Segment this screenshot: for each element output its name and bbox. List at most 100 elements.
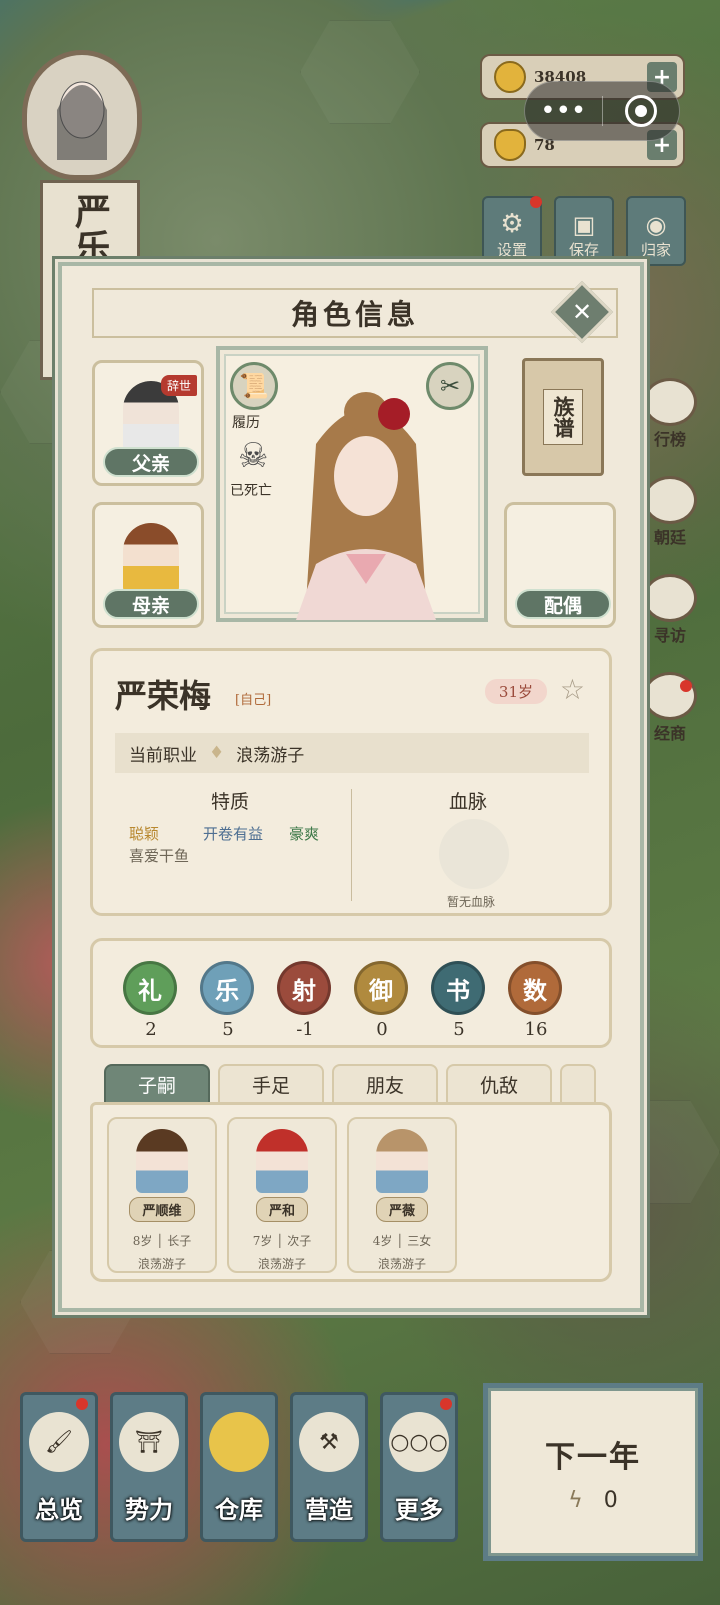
child-name: 严顺维 — [129, 1197, 195, 1222]
stat-orb: 射 — [277, 961, 331, 1015]
trait-item: 喜爱干鱼 — [129, 847, 190, 865]
visit-label: 寻访 — [653, 626, 686, 645]
mini-program-capsule: ••• — [524, 81, 680, 141]
energy-value: 0 — [603, 1487, 618, 1513]
go-home-button[interactable]: ◉ 归家 — [626, 196, 686, 266]
temple-icon: ⛩ — [119, 1412, 179, 1472]
stat-orb: 书 — [431, 961, 485, 1015]
stat-item[interactable]: 御0 — [354, 961, 410, 1040]
age-badge: 31岁 — [484, 679, 547, 704]
child-avatar — [376, 1129, 428, 1193]
faction-button[interactable]: ⛩ 势力 — [110, 1392, 188, 1542]
more-label: 更多 — [395, 1495, 443, 1524]
gold-ingot-icon — [494, 129, 526, 161]
next-year-button[interactable]: 下一年 ϟ 0 — [488, 1388, 698, 1556]
overview-button[interactable]: 🖌 总览 — [20, 1392, 98, 1542]
child-card[interactable]: 严顺维 8岁 │ 长子 浪荡游子 — [107, 1117, 217, 1273]
mother-label: 母亲 — [103, 589, 199, 619]
ranking-button[interactable]: 行榜 — [635, 378, 705, 450]
construct-button[interactable]: ⚒ 营造 — [290, 1392, 368, 1542]
father-card[interactable]: 辞世 父亲 — [92, 360, 204, 486]
stat-item[interactable]: 数 16 — [508, 961, 564, 1040]
stat-value: 0 — [376, 1019, 388, 1040]
self-tag: [自己] — [235, 693, 272, 708]
children-list: 严顺维 8岁 │ 长子 浪荡游子 严和 7岁 │ 次子 浪荡游子 严薇 4岁 │… — [90, 1102, 612, 1282]
tab-siblings[interactable]: 手足 — [218, 1064, 324, 1102]
child-job: 浪荡游子 — [257, 1257, 306, 1271]
deceased-stamp: 辞世 — [160, 375, 197, 396]
stat-orb: 数 — [508, 961, 562, 1015]
pavilion-icon — [643, 672, 697, 720]
mother-card[interactable]: 母亲 — [92, 502, 204, 628]
child-avatar — [256, 1129, 308, 1193]
more-button[interactable]: ○○○ 更多 — [380, 1392, 458, 1542]
coin-icon — [494, 61, 526, 93]
bloodline-heading: 血脉 — [449, 791, 488, 813]
child-rank: 三女 — [407, 1234, 432, 1248]
stat-item[interactable]: 乐5 — [200, 961, 256, 1040]
faction-label: 势力 — [125, 1495, 173, 1524]
stat-item[interactable]: 射 -1 — [277, 961, 333, 1040]
child-job: 浪荡游子 — [137, 1257, 186, 1271]
character-name: 严荣梅 — [115, 677, 212, 715]
tab-enemies[interactable]: 仇敌 — [446, 1064, 552, 1102]
trait-item: 豪爽 — [289, 825, 320, 843]
tab-label: 朋友 — [365, 1074, 404, 1097]
child-card[interactable]: 严薇 4岁 │ 三女 浪荡游子 — [347, 1117, 457, 1273]
deceased-label: 已死亡 — [230, 483, 272, 499]
gear-icon: ⚙ — [500, 209, 524, 239]
magnifier-icon — [643, 574, 697, 622]
trade-button[interactable]: 经商 — [635, 672, 705, 744]
visit-button[interactable]: 寻访 — [635, 574, 705, 646]
player-portrait[interactable] — [22, 50, 152, 190]
sack-icon — [209, 1412, 269, 1472]
child-name: 严薇 — [375, 1197, 428, 1222]
panel-title-bar: 角色信息 — [92, 288, 618, 338]
stat-value: -1 — [296, 1019, 314, 1040]
star-icon[interactable]: ☆ — [560, 673, 585, 706]
mother-avatar — [123, 523, 179, 595]
floppy-icon: ▣ — [572, 211, 596, 239]
bloodline-none: 暂无血脉 — [447, 895, 496, 909]
warehouse-button[interactable]: 仓库 — [200, 1392, 278, 1542]
save-button[interactable]: ▣ 保存 — [554, 196, 614, 266]
stat-orb: 礼 — [123, 961, 177, 1015]
ranking-label: 行榜 — [653, 430, 686, 449]
stat-item[interactable]: 书5 — [431, 961, 487, 1040]
genealogy-label: 族谱 — [543, 389, 583, 445]
character-info-panel: 角色信息 ✕ 辞世 父亲 母亲 📜 履历 ☠ 已死亡 ✂ 族谱 配偶 严荣梅 [… — [58, 262, 644, 1312]
ellipsis-icon: ○○○ — [389, 1412, 449, 1472]
panel-title: 角色信息 — [290, 298, 419, 331]
close-miniprogram-icon[interactable] — [603, 95, 680, 127]
tab-friends[interactable]: 朋友 — [332, 1064, 438, 1102]
overview-label: 总览 — [35, 1495, 83, 1524]
stat-orb: 御 — [354, 961, 408, 1015]
genealogy-book[interactable]: 族谱 — [522, 358, 604, 476]
stat-value: 5 — [453, 1019, 465, 1040]
tab-label: 手足 — [251, 1074, 290, 1097]
court-button[interactable]: 朝廷 — [635, 476, 705, 548]
construct-label: 营造 — [305, 1495, 353, 1524]
tab-more[interactable] — [560, 1064, 596, 1102]
phoenix-emblem-icon — [439, 819, 509, 889]
father-label: 父亲 — [103, 447, 199, 477]
spouse-card[interactable]: 配偶 — [504, 502, 616, 628]
more-options-icon[interactable]: ••• — [525, 96, 602, 126]
resume-icon[interactable]: 📜 — [230, 362, 278, 410]
child-card[interactable]: 严和 7岁 │ 次子 浪荡游子 — [227, 1117, 337, 1273]
save-label: 保存 — [568, 241, 599, 259]
player-name: 严乐 — [69, 193, 111, 265]
palace-icon — [643, 476, 697, 524]
character-portrait: 📜 履历 ☠ 已死亡 ✂ — [216, 346, 488, 622]
stat-item[interactable]: 礼2 — [123, 961, 179, 1040]
scroll-brush-icon: 🖌 — [29, 1412, 89, 1472]
settings-label: 设置 — [496, 241, 527, 259]
traits-heading: 特质 — [211, 791, 250, 813]
job-label: 当前职业 — [129, 745, 197, 766]
child-age: 7岁 — [252, 1234, 273, 1248]
child-age: 8岁 — [132, 1234, 153, 1248]
tab-children[interactable]: 子嗣 — [104, 1064, 210, 1102]
child-name: 严和 — [255, 1197, 308, 1222]
notification-dot — [530, 196, 542, 208]
child-age: 4岁 — [372, 1234, 393, 1248]
